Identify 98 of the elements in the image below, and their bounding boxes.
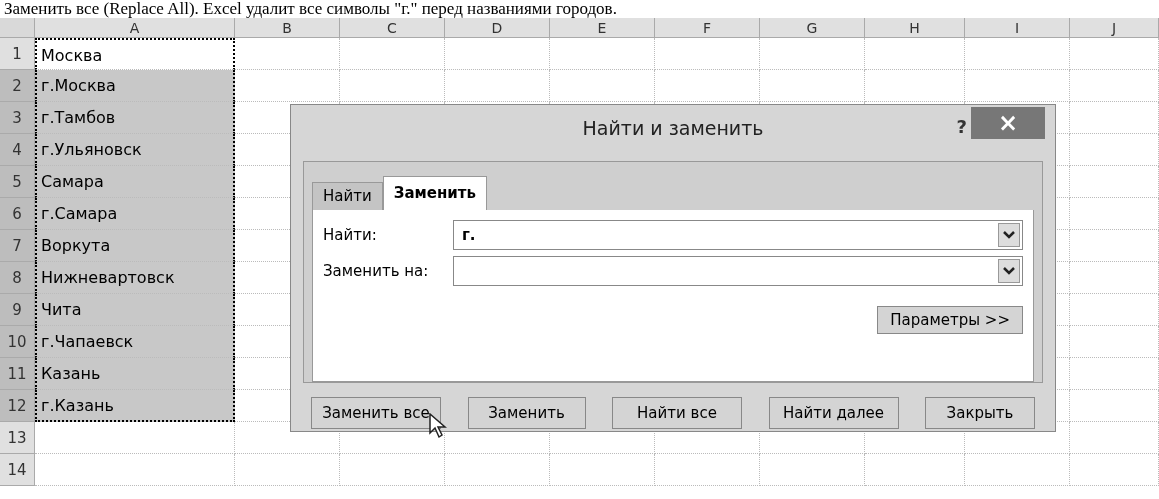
options-button[interactable]: Параметры >> (877, 306, 1023, 334)
column-header[interactable]: D (445, 18, 550, 38)
dialog-button[interactable]: Найти далее (768, 397, 899, 429)
cell[interactable] (655, 70, 760, 102)
cell[interactable]: Самара (35, 166, 235, 198)
cell[interactable]: Москва (35, 38, 235, 70)
column-header[interactable]: F (655, 18, 760, 38)
tab[interactable]: Найти (312, 182, 383, 210)
row-header[interactable]: 9 (0, 294, 35, 326)
column-header[interactable]: B (235, 18, 340, 38)
combo-box[interactable]: г. (453, 220, 1023, 250)
cell[interactable] (1070, 422, 1159, 454)
cell[interactable] (1070, 358, 1159, 390)
cell[interactable]: Нижневартовск (35, 262, 235, 294)
cell[interactable] (1070, 230, 1159, 262)
row-header[interactable]: 12 (0, 390, 35, 422)
cell[interactable] (445, 70, 550, 102)
input-field[interactable]: г. (462, 222, 998, 248)
row-header[interactable]: 3 (0, 102, 35, 134)
column-header[interactable]: G (760, 18, 865, 38)
cell[interactable] (655, 454, 760, 486)
dialog-button[interactable]: Заменить все (311, 397, 441, 429)
column-header[interactable]: A (35, 18, 235, 38)
cell[interactable] (1070, 454, 1159, 486)
cell[interactable] (1070, 326, 1159, 358)
cell[interactable] (760, 454, 865, 486)
cell[interactable] (1070, 262, 1159, 294)
cell[interactable]: г.Самара (35, 198, 235, 230)
select-all-corner[interactable] (0, 18, 35, 38)
cell[interactable]: г.Тамбов (35, 102, 235, 134)
cell[interactable] (1070, 198, 1159, 230)
dialog-button[interactable]: Закрыть (925, 397, 1035, 429)
dialog-button[interactable]: Заменить (467, 397, 586, 429)
chevron-down-icon (1003, 267, 1015, 275)
cell[interactable] (760, 70, 865, 102)
row-header[interactable]: 6 (0, 198, 35, 230)
cell[interactable] (1070, 38, 1159, 70)
cell[interactable] (965, 454, 1070, 486)
cell[interactable] (340, 70, 445, 102)
cell[interactable] (340, 454, 445, 486)
caption: Заменить все (Replace All). Excel удалит все символы "г." перед названиями городов. (3, 0, 618, 18)
tab[interactable]: Заменить (382, 176, 487, 210)
cell[interactable] (235, 70, 340, 102)
field-label: Заменить на: (323, 260, 430, 282)
field-label: Найти: (323, 224, 378, 246)
column-header[interactable]: I (965, 18, 1070, 38)
cell[interactable]: г.Казань (35, 390, 235, 422)
help-button[interactable]: ? (956, 113, 967, 140)
cell[interactable] (550, 70, 655, 102)
cell[interactable] (445, 38, 550, 70)
column-header[interactable]: C (340, 18, 445, 38)
column-header[interactable]: E (550, 18, 655, 38)
cell[interactable] (965, 38, 1070, 70)
cell[interactable]: г.Чапаевск (35, 326, 235, 358)
dropdown-button[interactable] (998, 259, 1020, 283)
cell[interactable] (865, 70, 965, 102)
row-header[interactable]: 4 (0, 134, 35, 166)
cell[interactable] (340, 38, 445, 70)
cell[interactable] (550, 38, 655, 70)
close-button[interactable]: × (971, 107, 1045, 139)
cell[interactable]: г.Москва (35, 70, 235, 102)
column-header[interactable]: J (1070, 18, 1159, 38)
row-header[interactable]: 7 (0, 230, 35, 262)
row-header[interactable]: 13 (0, 422, 35, 454)
row-header[interactable]: 14 (0, 454, 35, 486)
cell[interactable]: г.Ульяновск (35, 134, 235, 166)
cell[interactable]: Чита (35, 294, 235, 326)
cell[interactable]: Казань (35, 358, 235, 390)
cell[interactable] (445, 454, 550, 486)
cell[interactable] (655, 38, 760, 70)
row-header[interactable]: 8 (0, 262, 35, 294)
cell[interactable] (1070, 134, 1159, 166)
dialog-title: Найти и заменить (582, 115, 764, 141)
cell[interactable] (1070, 166, 1159, 198)
cell[interactable] (35, 454, 235, 486)
chevron-down-icon (1003, 231, 1015, 239)
cell[interactable] (760, 38, 865, 70)
cell[interactable] (1070, 102, 1159, 134)
cell[interactable] (1070, 390, 1159, 422)
column-header[interactable]: H (865, 18, 965, 38)
cell[interactable] (865, 38, 965, 70)
cell[interactable] (35, 422, 235, 454)
row-header[interactable]: 11 (0, 358, 35, 390)
cell[interactable]: Воркута (35, 230, 235, 262)
cell[interactable] (1070, 70, 1159, 102)
cell[interactable] (235, 38, 340, 70)
mouse-pointer-icon (429, 413, 447, 439)
cell[interactable] (235, 454, 340, 486)
row-header[interactable]: 2 (0, 70, 35, 102)
dialog-button[interactable]: Найти все (612, 397, 742, 429)
cell[interactable] (865, 454, 965, 486)
cell[interactable] (1070, 294, 1159, 326)
row-header[interactable]: 1 (0, 38, 35, 70)
dropdown-button[interactable] (998, 223, 1020, 247)
row-header[interactable]: 10 (0, 326, 35, 358)
cell[interactable] (550, 454, 655, 486)
cell[interactable] (965, 70, 1070, 102)
row-header[interactable]: 5 (0, 166, 35, 198)
